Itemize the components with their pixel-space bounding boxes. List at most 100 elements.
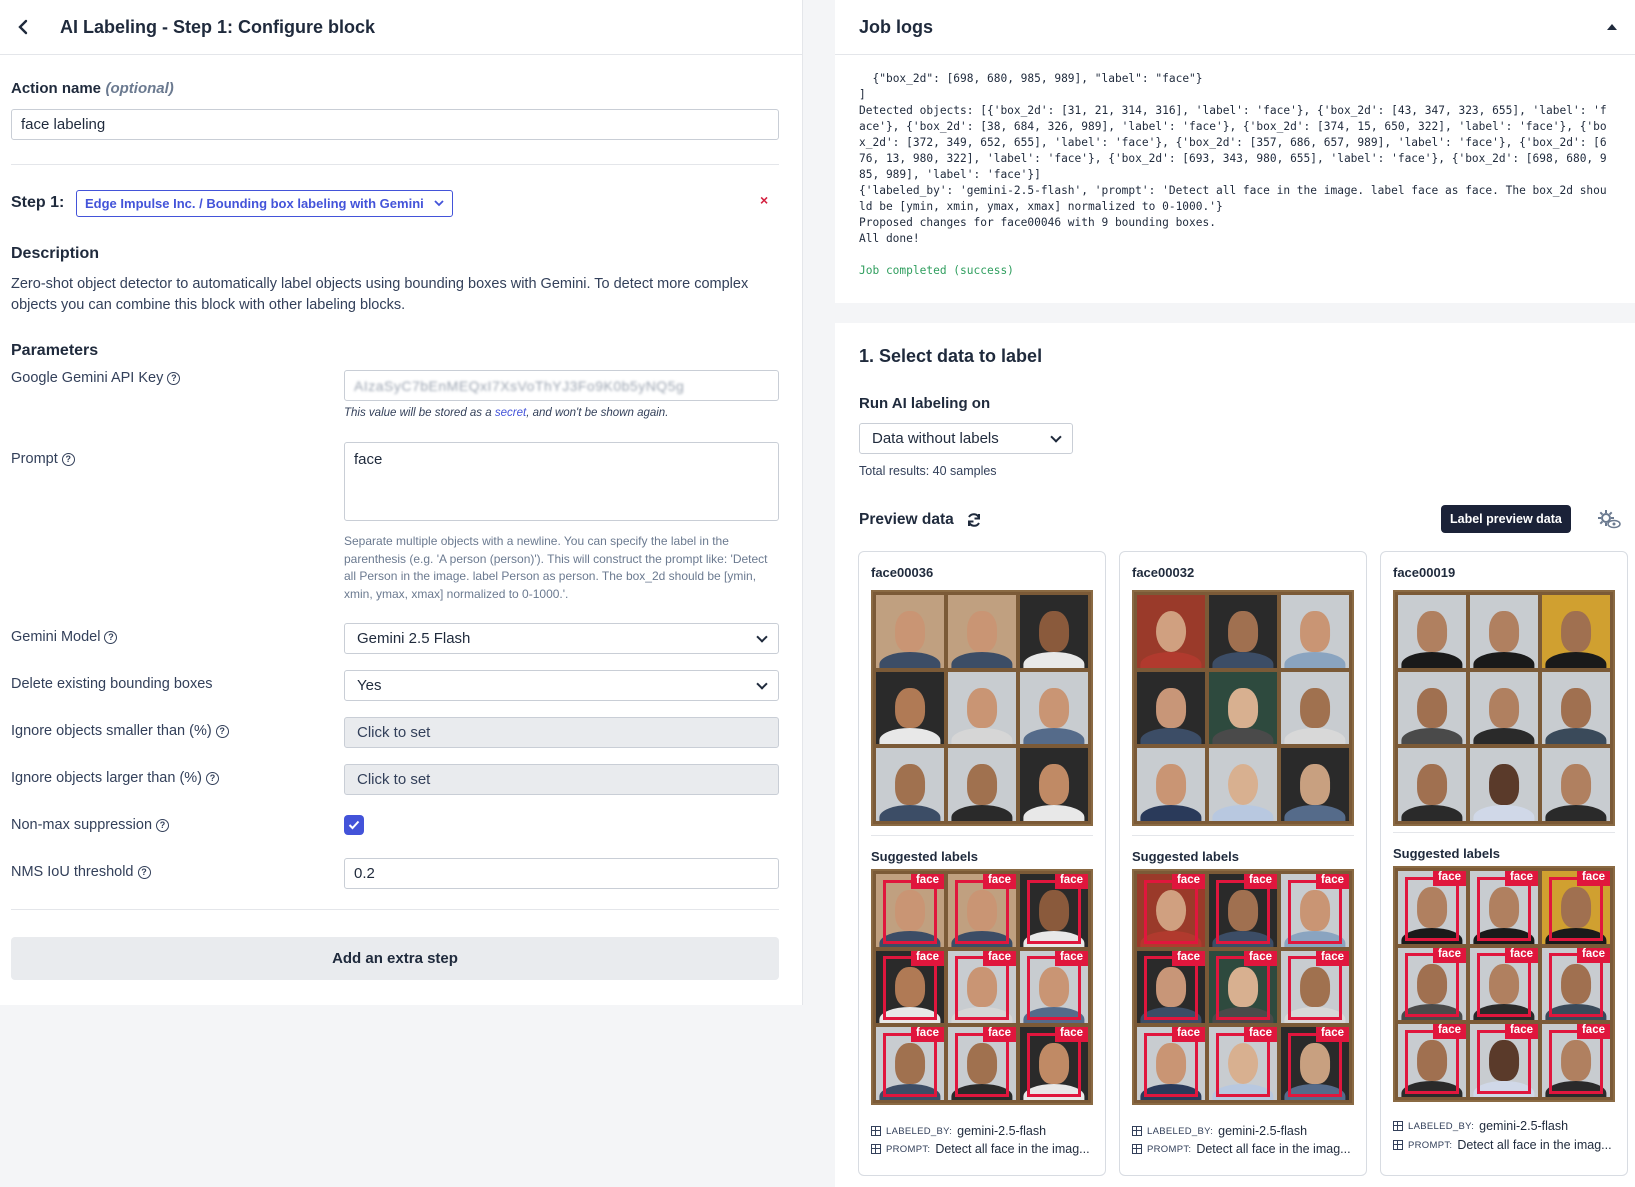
bbox-label: face (1504, 947, 1538, 963)
help-icon[interactable]: ? (167, 371, 181, 385)
bbox-label: face (1315, 950, 1349, 966)
bbox-label: face (1576, 871, 1610, 886)
api-key-label: Google Gemini API Key (11, 370, 164, 386)
job-logs-output: {"box_2d": [698, 680, 985, 989], "label"… (835, 55, 1635, 279)
divider (11, 164, 779, 165)
api-key-note: This value will be stored as a secret, a… (344, 407, 669, 419)
bbox-label: face (1504, 1024, 1538, 1040)
model-label: Gemini Model (11, 629, 101, 645)
select-data-panel: 1. Select data to label Run AI labeling … (835, 323, 1635, 1187)
divider (1132, 835, 1354, 836)
description-heading: Description (11, 245, 100, 262)
sample-card[interactable]: face00019 Suggested labels face face fac… (1380, 551, 1628, 1176)
secret-link[interactable]: secret (495, 407, 526, 419)
bbox-label: face (1432, 871, 1466, 886)
close-icon: × (760, 192, 769, 208)
larger-value: Click to set (357, 771, 431, 788)
bbox-label: face (1315, 1027, 1349, 1043)
model-select[interactable]: Gemini 2.5 Flash (344, 623, 779, 654)
labeled-thumbnail-image: face face face face face face face face … (871, 869, 1093, 1105)
delete-select[interactable]: Yes (344, 670, 779, 701)
parameters-heading: Parameters (11, 342, 99, 359)
bbox-label: face (1054, 874, 1088, 889)
model-value: Gemini 2.5 Flash (357, 630, 471, 647)
chevron-down-icon (756, 677, 768, 690)
sample-name: face00032 (1132, 565, 1195, 580)
help-icon[interactable]: ? (104, 630, 118, 644)
preview-title-text: Preview data (859, 511, 954, 528)
divider (1393, 832, 1615, 833)
job-logs-title: Job logs (859, 16, 934, 37)
configure-block-panel: AI Labeling - Step 1: Configure block Ac… (0, 0, 803, 1005)
bbox-label: face (1243, 874, 1277, 889)
face-thumbnail-image (1393, 590, 1615, 826)
sample-card[interactable]: face00036 Suggested labels face face fac… (858, 551, 1106, 1176)
caret-up-icon[interactable] (1607, 24, 1617, 30)
help-icon[interactable]: ? (61, 452, 75, 466)
step-block-value: Edge Impulse Inc. / Bounding box labelin… (85, 196, 424, 211)
bbox-label: face (1315, 874, 1349, 889)
run-on-select[interactable]: Data without labels (859, 423, 1073, 454)
table-icon (1132, 1144, 1142, 1154)
help-icon[interactable]: ? (156, 818, 170, 832)
settings-eye-icon[interactable] (1597, 509, 1621, 529)
step-label: Step 1: (11, 194, 65, 211)
smaller-input[interactable]: Click to set (344, 717, 779, 748)
bbox-label: face (1171, 1027, 1205, 1043)
bbox-label: face (1054, 1027, 1088, 1043)
total-results: Total results: 40 samples (859, 464, 997, 478)
job-logs-panel: Job logs {"box_2d": [698, 680, 985, 989]… (835, 0, 1635, 303)
run-on-value: Data without labels (872, 430, 999, 447)
smaller-label: Ignore objects smaller than (%) (11, 723, 212, 739)
sample-card[interactable]: face00032 Suggested labels face face fac… (1119, 551, 1367, 1176)
face-thumbnail-image (871, 590, 1093, 826)
nms-checkbox[interactable] (344, 815, 364, 835)
bbox-label: face (1054, 950, 1088, 966)
api-key-input[interactable]: AIzaSyC7bEnMEQxI7XsVoThYJ3Fo9K0b5yNQ5g (344, 370, 779, 401)
bbox-label: face (1432, 1024, 1466, 1040)
prompt-textarea[interactable]: face (344, 442, 779, 521)
labeled-by-meta: LABELED_BY: gemini-2.5-flash (1132, 1124, 1358, 1138)
bbox-label: face (1243, 950, 1277, 966)
bbox-label: face (910, 874, 944, 889)
description-text: Zero-shot object detector to automatical… (11, 276, 749, 313)
bbox-label: face (1504, 871, 1538, 886)
bbox-label: face (1243, 1027, 1277, 1043)
table-icon (871, 1144, 881, 1154)
bbox-label: face (1576, 947, 1610, 963)
prompt-meta: PROMPT: Detect all face in the imag... (1132, 1142, 1358, 1156)
action-name-input[interactable]: face labeling (11, 109, 779, 140)
sample-name: face00019 (1393, 565, 1456, 580)
job-logs-header[interactable]: Job logs (835, 0, 1635, 55)
select-data-title: 1. Select data to label (859, 346, 1043, 366)
face-thumbnail-image (1132, 590, 1354, 826)
label-preview-data-button[interactable]: Label preview data (1441, 505, 1571, 533)
chevron-down-icon (1050, 430, 1062, 443)
help-icon[interactable]: ? (215, 724, 229, 738)
bbox-label: face (1171, 874, 1205, 889)
delete-label: Delete existing bounding boxes (11, 676, 213, 692)
run-on-label: Run AI labeling on (859, 395, 991, 412)
help-icon[interactable]: ? (206, 771, 220, 785)
labeled-thumbnail-image: face face face face face face face face … (1132, 869, 1354, 1105)
api-key-value: AIzaSyC7bEnMEQxI7XsVoThYJ3Fo9K0b5yNQ5g (354, 377, 685, 394)
step-block-select[interactable]: Edge Impulse Inc. / Bounding box labelin… (76, 190, 453, 217)
remove-step-button[interactable]: × (760, 192, 768, 208)
help-icon[interactable]: ? (137, 865, 151, 879)
divider (11, 909, 779, 910)
chevron-left-icon (18, 19, 28, 35)
nms-row: Non-max suppression? (11, 817, 778, 833)
delete-value: Yes (357, 677, 382, 694)
refresh-icon[interactable] (966, 512, 982, 528)
add-extra-step-button[interactable]: Add an extra step (11, 937, 779, 980)
back-button[interactable] (10, 14, 36, 40)
iou-input[interactable]: 0.2 (344, 858, 779, 889)
bbox-label: face (910, 950, 944, 966)
prompt-label: Prompt (11, 451, 58, 467)
nms-label: Non-max suppression (11, 817, 153, 833)
checkbox-check-icon (348, 820, 360, 830)
larger-input[interactable]: Click to set (344, 764, 779, 795)
suggested-labels-heading: Suggested labels (871, 849, 978, 864)
table-icon (1132, 1126, 1142, 1136)
bbox-label: face (910, 1027, 944, 1043)
